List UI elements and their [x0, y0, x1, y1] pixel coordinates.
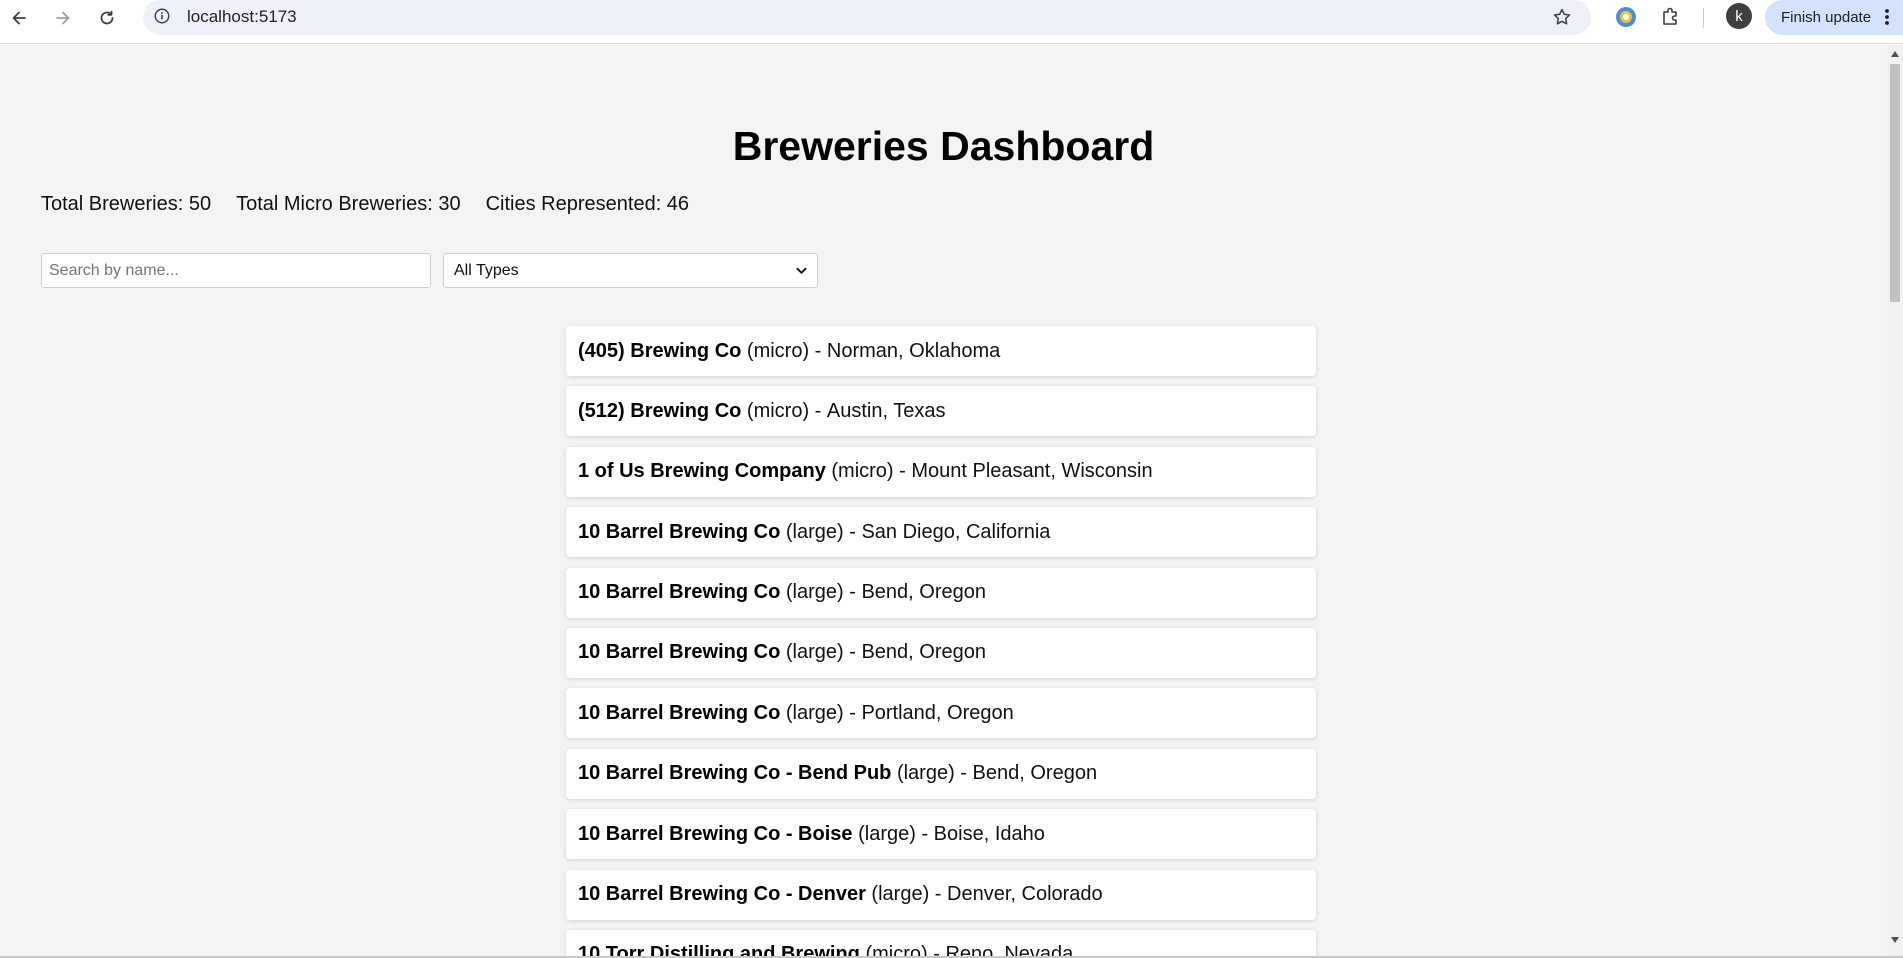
list-item: 10 Barrel Brewing Co - Bend Pub (large) … — [566, 748, 1316, 799]
brewery-type: micro — [753, 399, 803, 422]
punct-open: ( — [780, 641, 793, 664]
list-item: (512) Brewing Co (micro) - Austin, Texas — [566, 386, 1316, 437]
brewery-type: large — [878, 883, 923, 906]
list-item: (405) Brewing Co (micro) - Norman, Oklah… — [566, 326, 1316, 376]
chevron-down-icon — [796, 267, 807, 274]
stats-bar: Total Breweries: 50 Total Micro Brewerie… — [41, 193, 689, 216]
punct-separator: ) - — [837, 581, 862, 604]
punct-open: ( — [780, 520, 793, 543]
list-item: 10 Barrel Brewing Co (large) - Bend, Ore… — [566, 567, 1316, 618]
brewery-location: Bend, Oregon — [861, 641, 986, 664]
browser-menu-icon[interactable] — [1876, 4, 1898, 30]
punct-open: ( — [891, 762, 904, 785]
type-filter-select[interactable]: All Types — [443, 253, 818, 288]
brewery-type: large — [792, 641, 837, 664]
brewery-type: micro — [753, 339, 803, 362]
brewery-name: 10 Barrel Brewing Co — [578, 701, 781, 724]
brewery-location: San Diego, California — [861, 520, 1051, 543]
brewery-type: large — [864, 822, 910, 845]
list-item: 10 Barrel Brewing Co (large) - San Diego… — [566, 507, 1316, 558]
list-item: 10 Barrel Brewing Co (large) - Portland,… — [566, 688, 1316, 739]
punct-open: ( — [859, 943, 873, 957]
brewery-type: large — [903, 762, 949, 785]
bookmark-star-icon[interactable] — [1549, 4, 1575, 30]
punct-separator: ) - — [837, 520, 862, 543]
brewery-list: (405) Brewing Co (micro) - Norman, Oklah… — [566, 326, 1316, 957]
brewery-type: micro — [838, 460, 887, 483]
punct-open: ( — [741, 339, 754, 362]
site-info-icon[interactable] — [152, 6, 172, 26]
brewery-name: 10 Barrel Brewing Co — [578, 581, 781, 604]
url-text[interactable]: localhost:5173 — [187, 7, 297, 27]
punct-open: ( — [852, 822, 865, 845]
browser-toolbar: localhost:5173 k Finish update — [0, 0, 1903, 44]
stat-cities: Cities Represented: 46 — [485, 193, 690, 215]
list-item: 10 Barrel Brewing Co - Denver (large) - … — [566, 869, 1316, 920]
finish-update-label: Finish update — [1781, 9, 1872, 26]
brewery-name: 10 Barrel Brewing Co — [578, 520, 781, 543]
brewery-location: Bend, Oregon — [972, 762, 1098, 785]
page-content: Breweries Dashboard Total Breweries: 50 … — [0, 45, 1887, 957]
brewery-type: micro — [872, 943, 921, 957]
brewery-type: large — [792, 581, 837, 604]
brewery-name: (405) Brewing Co — [578, 339, 742, 362]
brewery-name: (512) Brewing Co — [578, 399, 742, 422]
scroll-up-arrow-icon[interactable] — [1891, 51, 1899, 57]
punct-separator: ) - — [837, 701, 862, 724]
brewery-location: Boise, Idaho — [933, 822, 1045, 845]
list-item: 10 Barrel Brewing Co - Boise (large) - B… — [566, 809, 1316, 860]
brewery-name: 10 Barrel Brewing Co - Denver — [578, 883, 866, 906]
stat-micro-breweries: Total Micro Breweries: 30 — [236, 193, 461, 215]
scroll-down-arrow-icon[interactable] — [1891, 937, 1899, 943]
punct-separator: ) - — [802, 339, 827, 362]
brewery-location: Austin, Texas — [826, 399, 946, 422]
forward-icon[interactable] — [49, 4, 77, 32]
punct-open: ( — [780, 581, 793, 604]
punct-separator: ) - — [802, 399, 827, 422]
punct-open: ( — [825, 460, 839, 483]
page-title: Breweries Dashboard — [732, 123, 1155, 169]
punct-separator: ) - — [948, 762, 973, 785]
punct-open: ( — [780, 701, 793, 724]
punct-separator: ) - — [886, 460, 912, 483]
brewery-name: 10 Barrel Brewing Co - Bend Pub — [578, 762, 892, 785]
stat-total-breweries: Total Breweries: 50 — [41, 193, 212, 215]
profile-avatar[interactable]: k — [1726, 3, 1752, 29]
page-scrollbar[interactable] — [1887, 45, 1903, 957]
toolbar-separator — [1703, 8, 1704, 28]
punct-separator: ) - — [922, 883, 948, 906]
brewery-type: large — [792, 520, 837, 543]
scroll-thumb[interactable] — [1890, 64, 1900, 302]
brewery-name: 10 Torr Distilling and Brewing — [578, 943, 860, 957]
list-item: 10 Torr Distilling and Brewing (micro) -… — [566, 929, 1316, 957]
extensions-puzzle-icon[interactable] — [1657, 3, 1685, 31]
brewery-name: 10 Barrel Brewing Co — [578, 641, 781, 664]
brewery-location: Reno, Nevada — [945, 943, 1074, 957]
reload-icon[interactable] — [93, 4, 121, 32]
punct-open: ( — [741, 399, 754, 422]
brewery-location: Norman, Oklahoma — [826, 339, 1001, 362]
extension-logo-icon[interactable] — [1612, 3, 1640, 31]
punct-separator: ) - — [837, 641, 862, 664]
brewery-type: large — [792, 701, 837, 724]
type-filter-value: All Types — [454, 261, 519, 279]
brewery-location: Portland, Oregon — [861, 701, 1014, 724]
brewery-location: Bend, Oregon — [861, 581, 986, 604]
brewery-location: Mount Pleasant, Wisconsin — [911, 460, 1153, 483]
list-item: 10 Barrel Brewing Co (large) - Bend, Ore… — [566, 627, 1316, 678]
address-bar[interactable] — [143, 0, 1591, 35]
back-icon[interactable] — [5, 4, 33, 32]
search-input[interactable] — [41, 253, 431, 288]
punct-separator: ) - — [909, 822, 934, 845]
punct-open: ( — [865, 883, 879, 906]
brewery-name: 10 Barrel Brewing Co - Boise — [578, 822, 853, 845]
brewery-name: 1 of Us Brewing Company — [578, 460, 826, 483]
brewery-location: Denver, Colorado — [947, 883, 1103, 906]
punct-separator: ) - — [921, 943, 946, 957]
list-item: 1 of Us Brewing Company (micro) - Mount … — [566, 446, 1316, 497]
